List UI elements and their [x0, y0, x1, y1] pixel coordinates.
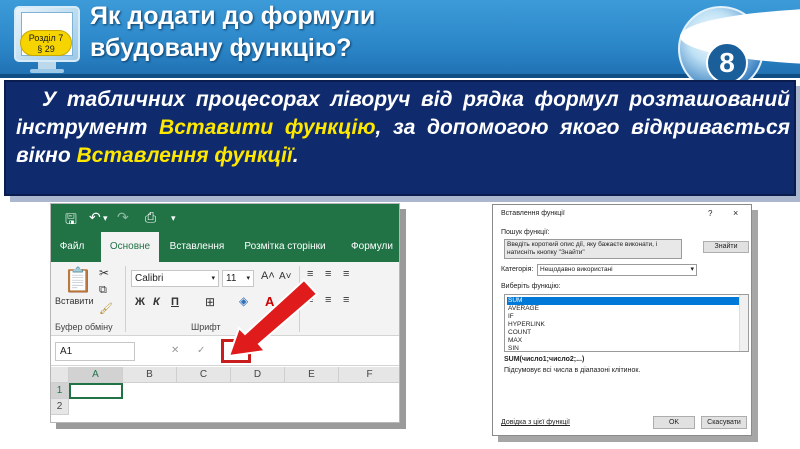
list-item[interactable]: AVERAGE [507, 305, 739, 313]
list-item[interactable]: IF [507, 313, 739, 321]
insert-function-dialog: Вставлення функції ? × Пошук функції: Вв… [492, 204, 752, 436]
category-select[interactable]: Нещодавно використані ▾ [537, 264, 697, 276]
select-function-label: Виберіть функцію: [501, 283, 561, 290]
section-number: Розділ 7 [28, 33, 64, 43]
title-line-2: вбудовану функцію? [90, 34, 352, 62]
category-label: Категорія: [501, 266, 534, 273]
help-button[interactable]: ? [708, 209, 712, 218]
list-item[interactable]: SUM [507, 297, 739, 305]
list-item[interactable]: SIN [507, 345, 739, 351]
help-link[interactable]: Довідка з цієї функції [501, 419, 570, 426]
dialog-title: Вставлення функції [501, 210, 565, 217]
list-item[interactable]: COUNT [507, 329, 739, 337]
explanation-text: У табличних процесорах ліворуч від рядка… [16, 88, 791, 167]
title-line-1: Як додати до формули [90, 2, 376, 30]
search-label: Пошук функції: [501, 229, 550, 236]
paragraph-number: § 29 [37, 44, 55, 54]
highlight-insert-function: Вставити функцію [159, 116, 376, 139]
function-syntax: SUM(число1;число2;...) [504, 356, 585, 363]
cancel-button[interactable]: Скасувати [701, 416, 747, 429]
header-divider [0, 74, 800, 78]
explanation-box: У табличних процесорах ліворуч від рядка… [4, 80, 796, 196]
section-badge: Розділ 7 § 29 [20, 30, 72, 56]
highlight-function-dialog: Вставлення функції [76, 144, 293, 167]
search-input[interactable]: Введіть короткий опис дії, яку бажаєте в… [504, 239, 682, 259]
grade-badge: 8 [706, 42, 748, 84]
red-arrow-icon [227, 278, 319, 358]
find-button[interactable]: Знайти [703, 241, 749, 253]
ok-button[interactable]: OK [653, 416, 695, 429]
list-item[interactable]: MAX [507, 337, 739, 345]
list-scrollbar[interactable] [739, 295, 748, 351]
function-description: Підсумовує всі числа в діапазоні клітино… [504, 367, 641, 374]
close-button[interactable]: × [733, 208, 738, 218]
function-list[interactable]: SUM AVERAGE IF HYPERLINK COUNT MAX SIN [504, 294, 749, 352]
slide-title: Як додати до формули вбудовану функцію? [90, 0, 375, 64]
excel-window: 🖫 ↶ ▾ ↷ ⎙ ▾ Файл Основне Вставлення Розм… [50, 203, 400, 423]
list-item[interactable]: HYPERLINK [507, 321, 739, 329]
